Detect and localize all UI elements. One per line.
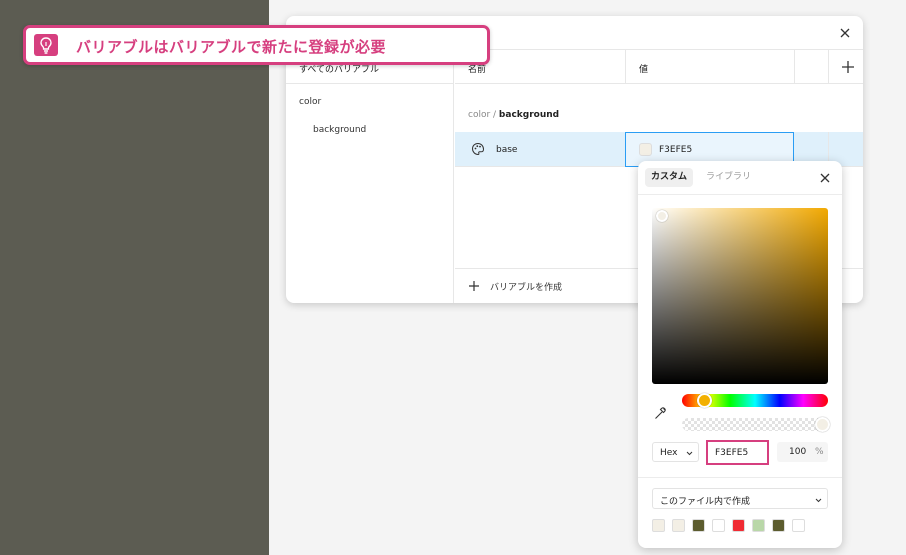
color-swatch[interactable] xyxy=(752,519,765,532)
hue-slider-handle[interactable] xyxy=(697,393,712,408)
color-swatch[interactable] xyxy=(712,519,725,532)
callout-text: バリアブルはバリアブルで新たに登録が必要 xyxy=(76,38,387,56)
sidebar-group-color[interactable]: color xyxy=(299,97,321,107)
callout-banner: バリアブルはバリアブルで新たに登録が必要 xyxy=(23,25,490,65)
collection-select[interactable]: このファイル内で作成 xyxy=(652,488,828,509)
variable-value: F3EFE5 xyxy=(659,145,693,155)
picker-header: カスタム ライブラリ xyxy=(638,161,842,195)
close-icon[interactable] xyxy=(817,170,833,186)
saturation-brightness-handle[interactable] xyxy=(656,210,668,222)
canvas-dark-area xyxy=(0,0,269,555)
color-swatch[interactable] xyxy=(692,519,705,532)
chevron-down-icon xyxy=(815,498,822,503)
hex-input-value: F3EFE5 xyxy=(715,448,749,458)
group-path: color / background xyxy=(468,110,559,120)
column-divider xyxy=(794,50,795,84)
opacity-unit: % xyxy=(815,447,824,457)
opacity-input[interactable]: 100 % xyxy=(777,442,828,462)
opacity-value: 100 xyxy=(789,447,807,457)
collections-sidebar: すべてのバリアブル color background xyxy=(286,50,454,303)
eyedropper-icon[interactable] xyxy=(653,405,669,421)
close-icon[interactable] xyxy=(837,25,853,41)
color-format-value: Hex xyxy=(660,448,678,458)
column-header-value: 値 xyxy=(639,65,649,75)
create-variable-label: バリアブルを作成 xyxy=(490,282,563,293)
plus-icon xyxy=(469,281,479,291)
chevron-down-icon xyxy=(686,451,693,456)
collection-select-value: このファイル内で作成 xyxy=(660,497,751,507)
opacity-slider[interactable] xyxy=(682,418,828,431)
opacity-slider-handle[interactable] xyxy=(815,417,830,432)
hex-input[interactable]: F3EFE5 xyxy=(706,440,769,465)
column-divider xyxy=(625,50,626,84)
color-swatch[interactable] xyxy=(732,519,745,532)
table-header: 名前 値 xyxy=(455,50,863,84)
color-swatch[interactable] xyxy=(792,519,805,532)
divider xyxy=(638,477,842,478)
variable-name[interactable]: base xyxy=(496,145,517,155)
group-path-current: background xyxy=(498,110,560,120)
lightbulb-icon xyxy=(34,34,58,56)
saturation-brightness-field[interactable] xyxy=(652,208,828,384)
color-swatch[interactable] xyxy=(639,143,652,156)
group-path-prefix: color / xyxy=(468,110,499,120)
color-swatch[interactable] xyxy=(672,519,685,532)
color-swatch[interactable] xyxy=(772,519,785,532)
color-picker: カスタム ライブラリ Hex F3EFE5 100 % このファイル内で作成 xyxy=(638,161,842,548)
palette-icon xyxy=(471,142,485,156)
sidebar-item-background[interactable]: background xyxy=(313,125,366,135)
tab-custom[interactable]: カスタム xyxy=(645,168,694,187)
swatch-row xyxy=(652,519,805,533)
tab-library[interactable]: ライブラリ xyxy=(706,168,751,187)
color-swatch[interactable] xyxy=(652,519,665,532)
color-format-select[interactable]: Hex xyxy=(652,442,699,462)
column-divider xyxy=(828,50,829,84)
add-mode-icon[interactable] xyxy=(840,59,856,75)
create-variable-button[interactable]: バリアブルを作成 xyxy=(468,278,562,294)
